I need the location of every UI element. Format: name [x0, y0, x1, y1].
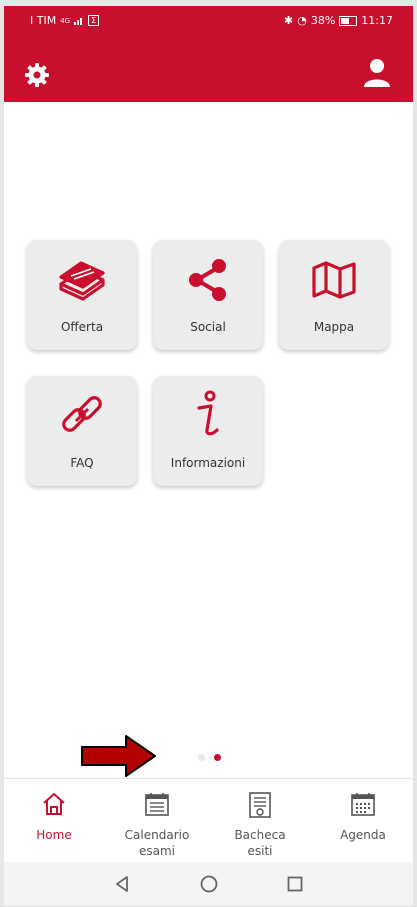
- back-button[interactable]: [110, 872, 134, 896]
- nav-bacheca-esiti[interactable]: Bacheca esiti: [210, 779, 310, 863]
- status-left: I TIM 4G Σ: [30, 14, 100, 27]
- nav-label-bacheca-esiti: Bacheca esiti: [234, 828, 286, 858]
- app-bar: [4, 34, 413, 102]
- tile-offerta[interactable]: Offerta: [27, 240, 137, 350]
- tile-label-offerta: Offerta: [60, 320, 104, 334]
- tile-label-mappa: Mappa: [313, 320, 355, 334]
- tile-faq[interactable]: FAQ: [27, 376, 137, 486]
- recents-square-icon: [287, 876, 303, 892]
- data-saver-icon: ◔: [297, 14, 307, 27]
- status-right: ✱ ◔ 38% 11:17: [284, 14, 393, 27]
- page-dot-2-active[interactable]: [214, 754, 221, 761]
- menu-grid: Offerta Social Mappa FAQ Informazioni: [4, 102, 413, 762]
- page-indicator: [4, 754, 413, 764]
- books-stack-icon: [59, 261, 105, 301]
- settings-button[interactable]: [24, 62, 50, 88]
- nav-home[interactable]: Home: [4, 779, 104, 863]
- map-icon: [312, 261, 356, 299]
- nav-agenda[interactable]: Agenda: [313, 779, 413, 863]
- bluetooth-icon: ✱: [284, 14, 294, 27]
- carrier-name: I TIM: [30, 14, 57, 27]
- system-navigation-bar: [4, 862, 413, 905]
- bottom-navigation: Home Calendario esami Bacheca esiti Agen…: [4, 778, 413, 863]
- battery-icon: [339, 15, 358, 26]
- tile-label-social: Social: [190, 320, 226, 334]
- home-icon: [43, 793, 65, 815]
- profile-button[interactable]: [363, 58, 391, 88]
- gear-icon: [25, 63, 49, 87]
- tile-social[interactable]: Social: [153, 240, 263, 350]
- nav-label-home: Home: [36, 828, 72, 842]
- tile-label-faq: FAQ: [70, 456, 94, 470]
- user-icon: [364, 59, 390, 87]
- home-circle-icon: [200, 875, 218, 893]
- signal-icon: [74, 18, 83, 25]
- tile-mappa[interactable]: Mappa: [279, 240, 389, 350]
- home-system-button[interactable]: [197, 872, 221, 896]
- info-icon: [197, 390, 219, 436]
- back-triangle-icon: [116, 876, 128, 892]
- clock: 11:17: [361, 14, 393, 27]
- nav-label-calendario-esami: Calendario esami: [124, 828, 190, 858]
- network-type: 4G: [60, 16, 71, 25]
- recents-button[interactable]: [283, 872, 307, 896]
- board-results-icon: [249, 792, 271, 818]
- battery-percent: 38%: [310, 14, 336, 27]
- status-bar: I TIM 4G Σ ✱ ◔ 38% 11:17: [4, 6, 413, 34]
- phone-screen: I TIM 4G Σ ✱ ◔ 38% 11:17 Offerta Social …: [4, 6, 413, 905]
- tile-informazioni[interactable]: Informazioni: [153, 376, 263, 486]
- link-icon: [62, 396, 102, 432]
- nav-calendario-esami[interactable]: Calendario esami: [107, 779, 207, 863]
- notification-icon: Σ: [88, 15, 100, 26]
- nav-label-agenda: Agenda: [340, 828, 386, 842]
- calendar-list-icon: [145, 793, 169, 816]
- page-dot-1[interactable]: [198, 754, 205, 761]
- tile-label-informazioni: Informazioni: [170, 456, 246, 470]
- calendar-grid-icon: [351, 793, 375, 816]
- share-icon: [189, 259, 226, 301]
